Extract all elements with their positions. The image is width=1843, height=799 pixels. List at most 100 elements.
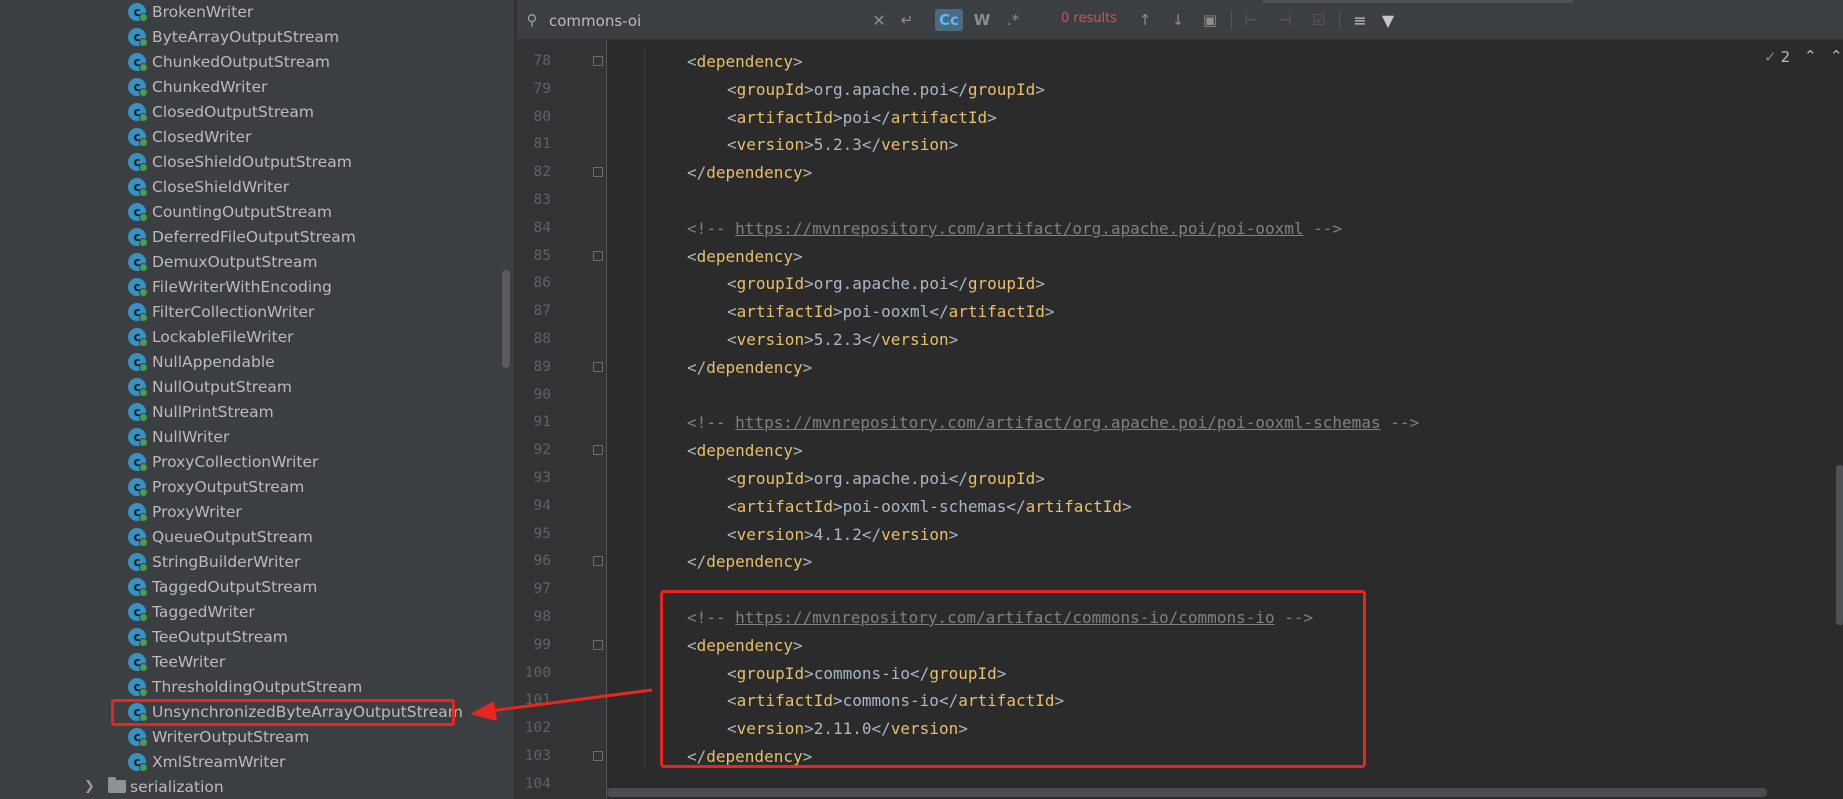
fold-marker-icon[interactable] <box>593 556 603 566</box>
tree-item-label: TeeWriter <box>152 652 226 671</box>
tree-folder-serialization[interactable]: ❯ serialization <box>84 774 224 799</box>
tree-item[interactable]: c XmlStreamWriter <box>128 749 285 774</box>
code-token: org.apache.poi <box>813 80 949 99</box>
class-icon: c <box>128 102 148 122</box>
chevron-up-icon[interactable]: ⌃ <box>1830 47 1843 65</box>
open-in-window-icon[interactable]: ▣ <box>1199 9 1221 31</box>
fold-marker-icon[interactable] <box>593 751 603 761</box>
add-selection-icon[interactable]: ⊢ <box>1239 9 1263 31</box>
tree-item[interactable]: c TaggedOutputStream <box>128 574 317 599</box>
code-line[interactable]: </dependency> <box>687 548 812 575</box>
code-token: </ <box>948 469 968 488</box>
tree-scrollbar[interactable] <box>502 270 510 368</box>
class-icon: c <box>128 552 148 572</box>
tree-item[interactable]: c CountingOutputStream <box>128 199 332 224</box>
tree-item[interactable]: c CloseShieldWriter <box>128 174 289 199</box>
code-token: </ <box>1006 497 1026 516</box>
tree-item[interactable]: c ProxyWriter <box>128 499 242 524</box>
code-line[interactable]: <dependency> <box>687 243 803 270</box>
tree-item[interactable]: c ChunkedOutputStream <box>128 49 330 74</box>
code-line[interactable]: <!-- https://mvnrepository.com/artifact/… <box>687 215 1342 242</box>
tree-item[interactable]: c WriterOutputStream <box>128 724 309 749</box>
fold-marker-icon[interactable] <box>593 251 603 261</box>
tree-item[interactable]: c BrokenWriter <box>128 0 253 24</box>
new-line-icon[interactable]: ↵ <box>896 9 918 31</box>
code-line[interactable]: <artifactId>poi</artifactId> <box>727 104 997 131</box>
code-line[interactable]: <version>5.2.3</version> <box>727 131 958 158</box>
tree-item[interactable]: c LockableFileWriter <box>128 324 293 349</box>
tree-item[interactable]: c DemuxOutputStream <box>128 249 318 274</box>
tree-item-label: TaggedWriter <box>152 602 255 621</box>
code-line[interactable]: <!-- https://mvnrepository.com/artifact/… <box>687 409 1419 436</box>
line-number: 93 <box>533 470 551 486</box>
tree-item[interactable]: c ClosedWriter <box>128 124 251 149</box>
tree-item[interactable]: c ProxyOutputStream <box>128 474 304 499</box>
class-icon: c <box>128 652 148 672</box>
tree-item[interactable]: c NullWriter <box>128 424 229 449</box>
fold-marker-icon[interactable] <box>593 362 603 372</box>
code-token: dependency <box>706 163 803 182</box>
tree-item[interactable]: c ByteArrayOutputStream <box>128 24 339 49</box>
code-line[interactable]: </dependency> <box>687 354 812 381</box>
tree-item[interactable]: c FilterCollectionWriter <box>128 299 314 324</box>
editor-scrollbar[interactable] <box>1836 465 1843 625</box>
tree-item[interactable]: c StringBuilderWriter <box>128 549 300 574</box>
tree-item-label: TeeOutputStream <box>152 627 288 646</box>
code-token: org.apache.poi <box>813 469 949 488</box>
code-line[interactable]: </dependency> <box>687 159 812 186</box>
class-icon: c <box>128 377 148 397</box>
words-button[interactable]: W <box>969 9 995 31</box>
tree-item[interactable]: c CloseShieldOutputStream <box>128 149 352 174</box>
code-line[interactable]: <artifactId>poi-ooxml</artifactId> <box>727 298 1055 325</box>
regex-button[interactable]: .* <box>1001 9 1025 31</box>
code-line[interactable]: <dependency> <box>687 437 803 464</box>
tree-item[interactable]: c FileWriterWithEncoding <box>128 274 332 299</box>
tree-item[interactable]: c NullOutputStream <box>128 374 292 399</box>
tree-item[interactable]: c TeeWriter <box>128 649 225 674</box>
fold-marker-icon[interactable] <box>593 445 603 455</box>
search-results-count: 0 results <box>1061 11 1117 26</box>
tree-item[interactable]: c TaggedWriter <box>128 599 255 624</box>
match-case-button[interactable]: Cc <box>935 9 963 31</box>
code-line[interactable]: <dependency> <box>687 48 803 75</box>
code-line[interactable]: <version>4.1.2</version> <box>727 521 958 548</box>
unselect-occurrence-icon[interactable]: ⊣ <box>1273 9 1297 31</box>
horizontal-scrollbar[interactable] <box>607 786 1843 799</box>
tree-item[interactable]: c ThresholdingOutputStream <box>128 674 362 699</box>
inspection-widget[interactable]: ✓ 2 <box>1764 47 1790 67</box>
code-line[interactable]: <artifactId>poi-ooxml-schemas</artifactI… <box>727 493 1132 520</box>
close-icon[interactable]: ✕ <box>870 9 888 31</box>
search-input[interactable] <box>547 9 851 33</box>
fold-marker-icon[interactable] <box>593 56 603 66</box>
arrow-down-icon[interactable]: ↓ <box>1167 9 1189 31</box>
tree-item[interactable]: c ClosedOutputStream <box>128 99 314 124</box>
tree-item[interactable]: c ProxyCollectionWriter <box>128 449 318 474</box>
code-token: version <box>881 135 949 154</box>
chevron-right-icon[interactable]: ❯ <box>84 779 95 794</box>
line-number: 80 <box>533 109 551 125</box>
code-line[interactable]: <groupId>org.apache.poi</groupId> <box>727 270 1045 297</box>
tree-item[interactable]: c DeferredFileOutputStream <box>128 224 356 249</box>
code-line[interactable]: <groupId>org.apache.poi</groupId> <box>727 76 1045 103</box>
tree-item[interactable]: c NullAppendable <box>128 349 275 374</box>
line-number: 90 <box>533 387 551 403</box>
code-token: version <box>736 525 805 544</box>
tree-item[interactable]: c NullPrintStream <box>128 399 274 424</box>
code-link[interactable]: https://mvnrepository.com/artifact/org.a… <box>735 219 1303 238</box>
select-all-occurrences-icon[interactable]: ☑ <box>1307 9 1331 31</box>
filter-icon[interactable]: ▼ <box>1377 9 1399 31</box>
search-icon[interactable]: ⚲ <box>521 9 543 31</box>
tree-item[interactable]: c TeeOutputStream <box>128 624 288 649</box>
code-line[interactable]: <groupId>org.apache.poi</groupId> <box>727 465 1045 492</box>
code-line[interactable]: <version>5.2.3</version> <box>727 326 958 353</box>
chevron-up-icon[interactable]: ⌃ <box>1804 47 1817 65</box>
code-link[interactable]: https://mvnrepository.com/artifact/org.a… <box>735 413 1380 432</box>
search-options-icon[interactable]: ≡ <box>1348 9 1372 31</box>
class-icon: c <box>128 752 148 772</box>
tree-item[interactable]: c QueueOutputStream <box>128 524 313 549</box>
fold-marker-icon[interactable] <box>593 167 603 177</box>
arrow-up-icon[interactable]: ↑ <box>1134 9 1156 31</box>
fold-marker-icon[interactable] <box>593 640 603 650</box>
horizontal-scrollbar-thumb[interactable] <box>607 788 1767 797</box>
tree-item[interactable]: c ChunkedWriter <box>128 74 267 99</box>
